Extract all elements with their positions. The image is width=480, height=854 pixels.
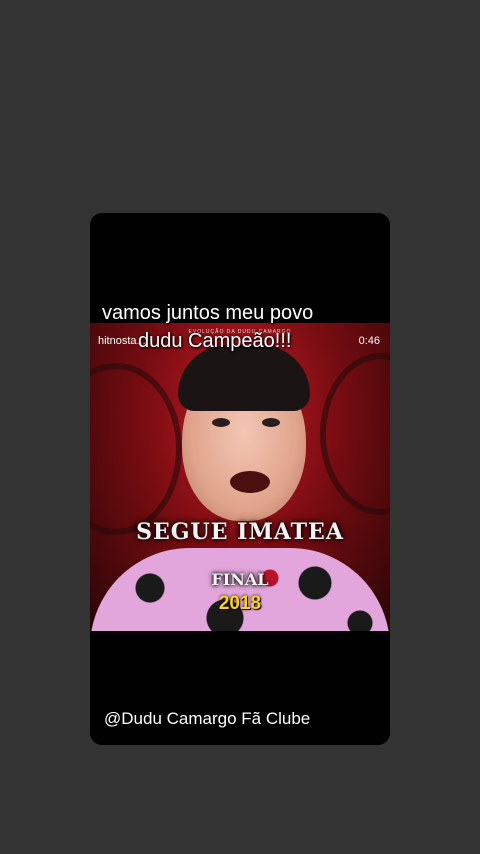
video-player[interactable]: EVOLUÇÃO DA DUDU CAMARGO hitnosta... 0:4… xyxy=(90,323,390,631)
caption-line-2: dudu Campeão!!! xyxy=(138,330,292,352)
person-eye-right xyxy=(262,418,280,427)
video-overlay-segue: SEGUE IMATEA xyxy=(136,519,344,545)
video-overlay-final: FINAL xyxy=(211,570,269,589)
background-decoration xyxy=(90,363,182,535)
credit-handle: @Dudu Camargo Fã Clube xyxy=(104,709,311,728)
person-shirt xyxy=(90,548,390,631)
person-eye-left xyxy=(212,418,230,427)
person-mouth xyxy=(230,471,270,493)
caption-line-1: vamos juntos meu povo xyxy=(102,302,314,324)
story-caption: vamos juntos meu povo dudu Campeão!!! xyxy=(102,299,382,355)
background-decoration xyxy=(320,353,390,515)
story-card[interactable]: vamos juntos meu povo dudu Campeão!!! EV… xyxy=(90,213,390,745)
video-overlay-year: 2018 xyxy=(218,593,262,614)
